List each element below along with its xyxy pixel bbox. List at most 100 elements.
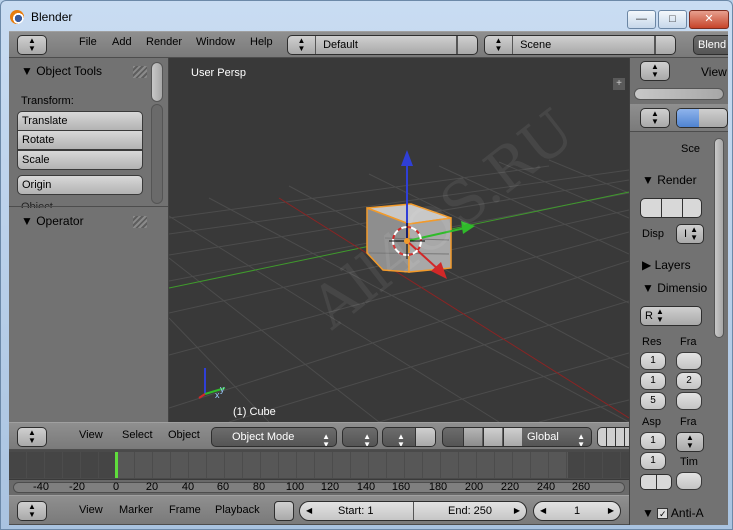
menu-window[interactable]: Window (196, 36, 235, 48)
layers-panel-header[interactable]: ▶ Layers (642, 258, 691, 272)
z-manipulator-arrow-icon[interactable] (401, 150, 413, 166)
properties-scrollbar[interactable] (714, 138, 724, 338)
header-scrollbar[interactable] (634, 88, 724, 100)
transform-manipulator-group[interactable]: Global ▲ ▼ (442, 427, 592, 447)
timeline-scrollbar[interactable] (13, 482, 625, 493)
menu-object[interactable]: Object (168, 429, 200, 441)
frame-range-field[interactable]: ◀ Start: 1 End: 250 ▶ (299, 501, 527, 521)
frame-increment-icon[interactable]: ▶ (608, 502, 614, 520)
aspect-x-field[interactable]: 1 (640, 432, 666, 450)
origin-button[interactable]: Origin (17, 175, 143, 195)
render-engine-selector[interactable]: Blend (693, 35, 728, 55)
antialiasing-checkbox[interactable]: ✓ (657, 508, 669, 520)
context-tabs[interactable] (676, 108, 728, 128)
display-selector[interactable]: I ▲ ▼ (676, 224, 704, 244)
render-presets-selector[interactable]: R ▲ ▼ (640, 306, 702, 326)
pivot-selector[interactable]: ▲ ▼ (382, 427, 436, 447)
panel-drag-handle-icon[interactable] (133, 216, 147, 228)
close-button[interactable]: ✕ (689, 10, 729, 29)
start-decrement-icon[interactable]: ◀ (306, 502, 312, 520)
object-tools-panel-header[interactable]: ▼ Object Tools (21, 64, 102, 78)
maximize-button[interactable]: □ (658, 10, 687, 29)
keyframe-toggle-button[interactable] (274, 501, 294, 521)
border-crop-toggles[interactable] (640, 474, 672, 490)
render-tab-icon[interactable] (677, 109, 699, 127)
view-menu[interactable]: View (701, 65, 727, 79)
render-buttons[interactable] (640, 198, 702, 218)
scene-dropdown-icon[interactable]: ▲ ▼ (485, 36, 513, 54)
panel-drag-handle-icon[interactable] (133, 66, 147, 78)
tool-shelf-scroll-track[interactable] (151, 104, 163, 204)
timeline-frames[interactable] (9, 452, 629, 478)
frame-decrement-icon[interactable]: ◀ (540, 502, 546, 520)
minimize-button[interactable]: — (627, 10, 656, 29)
operator-panel-header[interactable]: ▼ Operator (21, 214, 84, 228)
scene-name[interactable]: Scene (516, 39, 551, 51)
frame-start-field[interactable] (676, 352, 702, 370)
time-remap-field[interactable] (676, 472, 702, 490)
frame-end-field[interactable]: 2 (676, 372, 702, 390)
screen-layout-name[interactable]: Default (319, 39, 358, 51)
menu-help[interactable]: Help (250, 36, 273, 48)
ruler-tick: 240 (536, 481, 556, 493)
mode-selector[interactable]: Object Mode ▲ ▼ (211, 427, 337, 447)
screen-layout-selector[interactable]: ▲ ▼ Default (287, 35, 478, 55)
start-frame-field[interactable]: Start: 1 (338, 502, 373, 520)
scene-selector[interactable]: ▲ ▼ Scene (484, 35, 676, 55)
menu-view[interactable]: View (79, 504, 103, 516)
editor-type-button[interactable]: ▲ ▼ (17, 501, 47, 521)
transform-label: Transform: (21, 95, 74, 107)
3d-viewport[interactable]: User Persp (1) Cube y x All4OS.RU + (169, 58, 629, 422)
current-frame-field[interactable]: ◀ 1 ▶ (533, 501, 621, 521)
menu-frame[interactable]: Frame (169, 504, 201, 516)
timeline-header: ▲ ▼ View Marker Frame Playback ◀ Start: 1… (9, 495, 629, 525)
ruler-tick: 20 (145, 481, 159, 493)
window-title: Blender (31, 10, 73, 24)
dimensions-panel-header[interactable]: ▼ Dimensio (642, 281, 707, 295)
resolution-x-field[interactable]: 1 (640, 352, 666, 370)
ruler-tick: 0 (112, 481, 120, 493)
end-increment-icon[interactable]: ▶ (514, 502, 520, 520)
frame-step-field[interactable] (676, 392, 702, 410)
menu-view[interactable]: View (79, 429, 103, 441)
current-frame-indicator[interactable] (115, 452, 118, 478)
ruler-tick: 260 (571, 481, 591, 493)
tool-shelf-scrollbar[interactable] (151, 62, 163, 102)
resolution-percent-field[interactable]: 5 (640, 392, 666, 410)
title-bar[interactable]: Blender — □ ✕ (1, 1, 733, 31)
menu-file[interactable]: File (79, 36, 97, 48)
screen-layout-delete-button[interactable] (457, 36, 477, 54)
scene-delete-button[interactable] (655, 36, 675, 54)
ruler-tick: 100 (285, 481, 305, 493)
scale-button[interactable]: Scale (17, 150, 143, 170)
ruler-tick: 200 (464, 481, 484, 493)
editor-type-button[interactable]: ▲ ▼ (17, 35, 47, 55)
menu-add[interactable]: Add (112, 36, 132, 48)
menu-render[interactable]: Render (146, 36, 182, 48)
menu-select[interactable]: Select (122, 429, 153, 441)
resolution-y-field[interactable]: 1 (640, 372, 666, 390)
ruler-tick: 220 (500, 481, 520, 493)
editor-type-button[interactable]: ▲ ▼ (640, 61, 670, 81)
viewport-shading-selector[interactable]: ▲ ▼ (342, 427, 378, 447)
layers-panel-title: Layers (654, 258, 691, 272)
timeline[interactable]: -40 -20 0 20 40 60 80 100 120 140 160 18… (9, 450, 629, 495)
translate-button[interactable]: Translate (17, 111, 143, 131)
antialiasing-panel-header[interactable]: ▼ ✓ Anti-A (642, 506, 704, 520)
context-menu-button[interactable]: ▲ ▼ (640, 108, 670, 128)
current-frame-value[interactable]: 1 (574, 505, 580, 517)
rotate-button[interactable]: Rotate (17, 130, 143, 150)
menu-marker[interactable]: Marker (119, 504, 153, 516)
render-panel-header[interactable]: ▼ Render (642, 173, 697, 187)
menu-playback[interactable]: Playback (215, 504, 260, 516)
blender-window: Blender — □ ✕ ▲ ▼ File Add Render Window … (0, 0, 733, 530)
editor-type-button[interactable]: ▲ ▼ (17, 427, 47, 447)
info-header: ▲ ▼ File Add Render Window Help ▲ ▼ Defaul… (9, 31, 728, 58)
properties-toggle-icon[interactable]: + (613, 78, 625, 90)
aspect-y-field[interactable]: 1 (640, 452, 666, 470)
screen-layout-dropdown-icon[interactable]: ▲ ▼ (288, 36, 316, 54)
frame-rate-selector[interactable]: ▲ ▼ (676, 432, 704, 452)
timeline-ruler[interactable]: -40 -20 0 20 40 60 80 100 120 140 160 18… (9, 479, 629, 495)
orientation-label[interactable]: Global (527, 428, 559, 446)
end-frame-field[interactable]: End: 250 (448, 502, 492, 520)
